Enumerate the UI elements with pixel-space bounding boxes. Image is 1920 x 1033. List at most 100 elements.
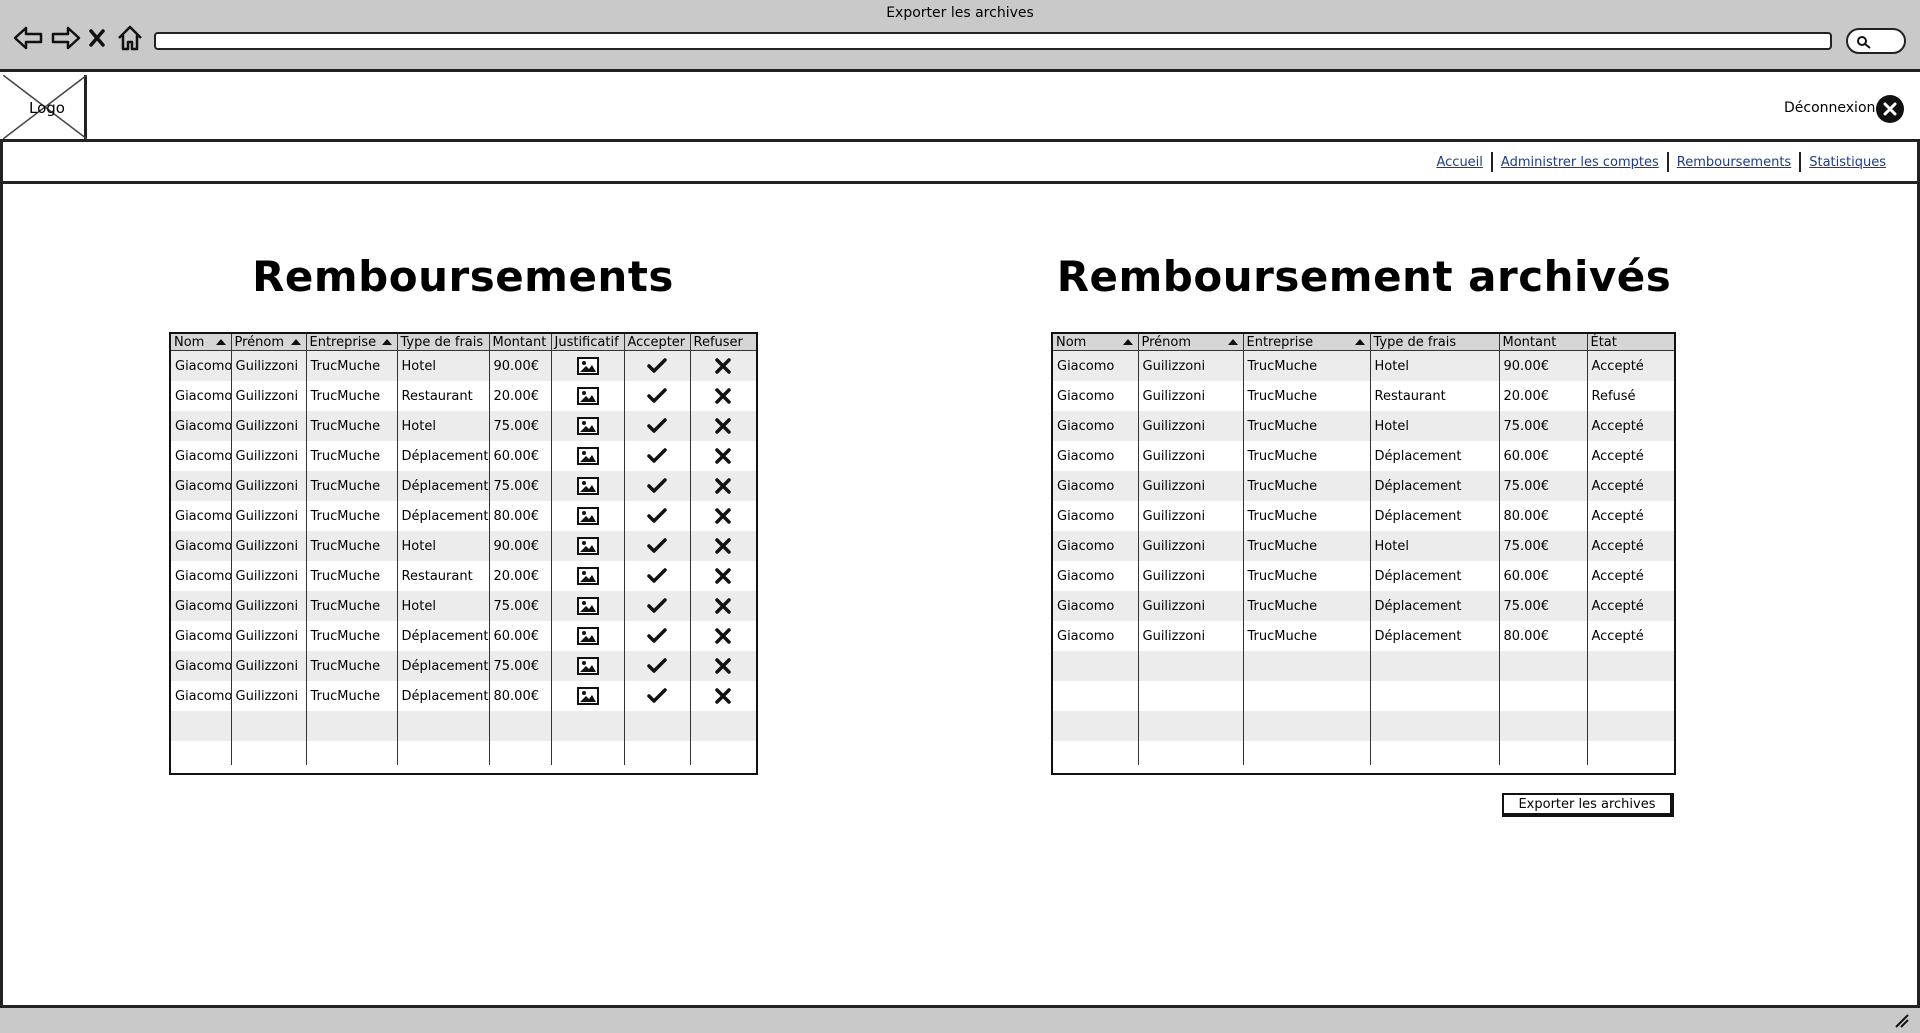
cross-icon[interactable] xyxy=(715,448,731,464)
image-icon[interactable] xyxy=(576,447,599,465)
cell-nom: Giacomo xyxy=(171,411,232,441)
cell-montant: 75.00€ xyxy=(489,651,552,681)
empty-cell xyxy=(1587,681,1674,711)
cell-justificatif xyxy=(551,651,625,681)
close-circle-icon[interactable] xyxy=(1876,95,1904,123)
resize-grip-icon[interactable] xyxy=(1894,1013,1910,1029)
checkmark-icon[interactable] xyxy=(647,478,667,494)
column-header-label: Entreprise xyxy=(309,334,377,350)
image-icon[interactable] xyxy=(576,657,599,675)
image-icon[interactable] xyxy=(576,537,599,555)
home-icon[interactable] xyxy=(114,22,146,54)
nav-link-administrer-comptes[interactable]: Administrer les comptes xyxy=(1493,155,1667,170)
cross-icon[interactable] xyxy=(715,388,731,404)
cell-accepter xyxy=(624,471,691,501)
sort-asc-icon[interactable] xyxy=(1122,339,1133,345)
cell-prenom: Guilizzoni xyxy=(231,621,307,651)
cell-prenom: Guilizzoni xyxy=(1138,561,1244,591)
reimbursements-table: Nom Prénom Entreprise Type de frais Montant J… xyxy=(169,332,758,775)
cell-entreprise: TrucMuche xyxy=(306,591,398,621)
column-header[interactable]: Prénom xyxy=(1138,334,1244,351)
cross-icon[interactable] xyxy=(715,568,731,584)
empty-cell xyxy=(1499,741,1588,765)
empty-cell xyxy=(306,711,398,741)
cell-justificatif xyxy=(551,501,625,531)
sort-asc-icon[interactable] xyxy=(290,339,301,345)
cross-icon[interactable] xyxy=(715,628,731,644)
cell-prenom: Guilizzoni xyxy=(1138,381,1244,411)
cell-justificatif xyxy=(551,441,625,471)
export-archives-button[interactable]: Exporter les archives xyxy=(1502,793,1674,817)
empty-cell xyxy=(1587,711,1674,741)
cell-justificatif xyxy=(551,350,625,381)
cell-accepter xyxy=(624,350,691,381)
cross-icon[interactable] xyxy=(715,358,731,374)
cell-entreprise: TrucMuche xyxy=(306,681,398,711)
checkmark-icon[interactable] xyxy=(647,688,667,704)
sort-asc-icon[interactable] xyxy=(1227,339,1238,345)
image-icon[interactable] xyxy=(576,477,599,495)
search-field[interactable] xyxy=(1846,28,1906,54)
sort-asc-icon[interactable] xyxy=(1354,339,1365,345)
checkmark-icon[interactable] xyxy=(647,568,667,584)
sort-asc-icon[interactable] xyxy=(381,339,392,345)
cross-icon[interactable] xyxy=(715,658,731,674)
cell-type: Déplacement xyxy=(397,651,490,681)
empty-cell xyxy=(1053,651,1139,681)
cell-nom: Giacomo xyxy=(171,501,232,531)
cell-entreprise: TrucMuche xyxy=(306,561,398,591)
image-icon[interactable] xyxy=(576,357,599,375)
url-bar[interactable] xyxy=(154,32,1832,50)
empty-cell xyxy=(1370,711,1500,741)
checkmark-icon[interactable] xyxy=(647,598,667,614)
image-icon[interactable] xyxy=(576,507,599,525)
empty-cell xyxy=(1587,741,1674,765)
forward-arrow-icon[interactable] xyxy=(50,22,82,54)
cell-montant: 75.00€ xyxy=(489,591,552,621)
cross-icon[interactable] xyxy=(715,538,731,554)
logout-link[interactable]: Déconnexion xyxy=(1784,100,1875,116)
column-header[interactable]: Entreprise xyxy=(1243,334,1371,351)
column-header[interactable]: Prénom xyxy=(231,334,307,351)
nav-link-accueil[interactable]: Accueil xyxy=(1428,155,1490,170)
nav-link-remboursements[interactable]: Remboursements xyxy=(1669,155,1799,170)
checkmark-icon[interactable] xyxy=(647,358,667,374)
checkmark-icon[interactable] xyxy=(647,538,667,554)
checkmark-icon[interactable] xyxy=(647,658,667,674)
cell-refuser xyxy=(690,591,756,621)
checkmark-icon[interactable] xyxy=(647,388,667,404)
cross-icon[interactable] xyxy=(715,418,731,434)
cross-icon[interactable] xyxy=(715,508,731,524)
sort-asc-icon[interactable] xyxy=(215,339,226,345)
checkmark-icon[interactable] xyxy=(647,418,667,434)
cell-accepter xyxy=(624,411,691,441)
image-icon[interactable] xyxy=(576,627,599,645)
cross-icon[interactable] xyxy=(715,478,731,494)
close-icon[interactable] xyxy=(86,22,108,54)
cross-icon[interactable] xyxy=(715,688,731,704)
image-icon[interactable] xyxy=(576,687,599,705)
column-header[interactable]: Entreprise xyxy=(306,334,398,351)
checkmark-icon[interactable] xyxy=(647,448,667,464)
empty-cell xyxy=(231,741,307,765)
checkmark-icon[interactable] xyxy=(647,508,667,524)
image-icon[interactable] xyxy=(576,597,599,615)
nav-link-statistiques[interactable]: Statistiques xyxy=(1801,155,1894,170)
image-icon[interactable] xyxy=(576,567,599,585)
column-header[interactable]: Nom xyxy=(171,334,232,351)
column-header: Montant xyxy=(1499,334,1588,351)
image-icon[interactable] xyxy=(576,387,599,405)
back-arrow-icon[interactable] xyxy=(12,22,44,54)
cell-refuser xyxy=(690,441,756,471)
empty-row xyxy=(1053,651,1674,681)
cell-justificatif xyxy=(551,621,625,651)
cross-icon[interactable] xyxy=(715,598,731,614)
empty-cell xyxy=(489,711,552,741)
image-icon[interactable] xyxy=(576,417,599,435)
column-header-label: Type de frais xyxy=(1373,334,1457,350)
cell-justificatif xyxy=(551,411,625,441)
cell-etat: Accepté xyxy=(1591,568,1644,584)
column-header[interactable]: Nom xyxy=(1053,334,1139,351)
checkmark-icon[interactable] xyxy=(647,628,667,644)
cell-entreprise: TrucMuche xyxy=(1243,531,1371,561)
